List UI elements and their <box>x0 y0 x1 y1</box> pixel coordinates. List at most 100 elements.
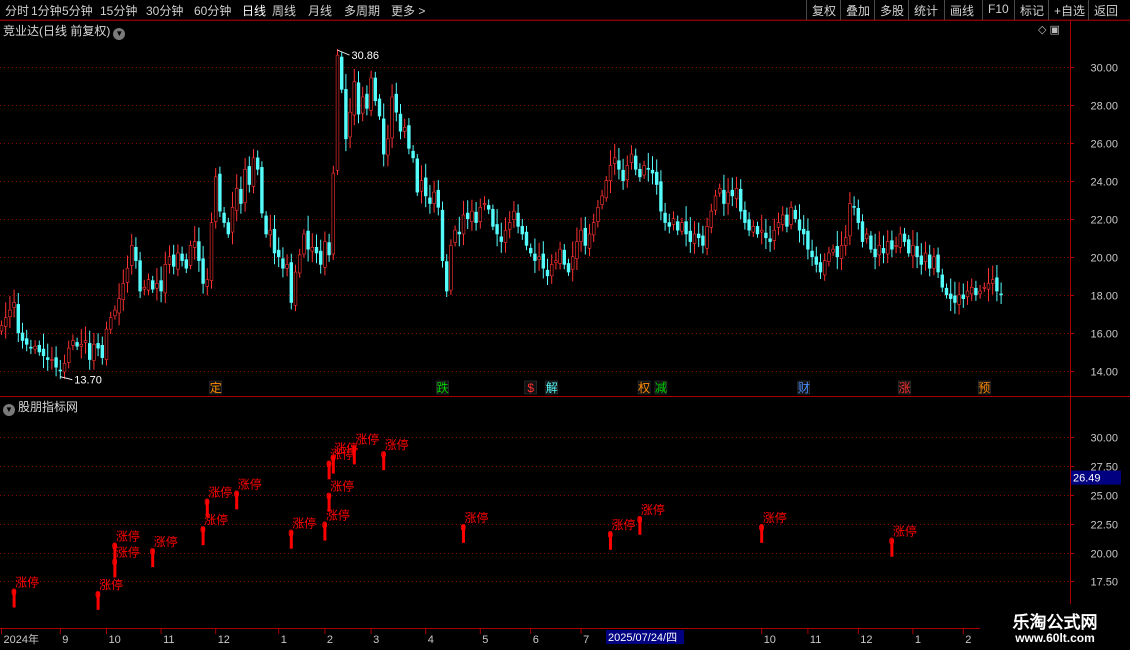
candle-body-126 <box>528 247 533 254</box>
candle-body-9 <box>37 344 42 353</box>
xtick-label-13: 11 <box>810 634 821 646</box>
candle-body-191 <box>801 228 806 235</box>
candle-body-188 <box>789 207 793 225</box>
limit-up-label-17: 涨停 <box>641 502 665 517</box>
candle-body-226 <box>948 293 953 299</box>
limit-up-label-3: 涨停 <box>116 528 140 543</box>
candle-body-157 <box>659 181 663 212</box>
candle-body-70 <box>293 271 298 306</box>
candle-body-140 <box>587 233 592 249</box>
xtick-label-5: 1 <box>281 634 287 646</box>
candle-body-34 <box>142 286 146 290</box>
candle-body-197 <box>827 252 831 262</box>
candle-body-69 <box>289 262 293 303</box>
candle-body-111 <box>465 212 470 220</box>
candle-body-65 <box>272 228 277 254</box>
candle-body-167 <box>701 235 705 246</box>
xtick-label-16: 2 <box>965 634 971 646</box>
candle-body-90 <box>377 98 382 117</box>
candle-body-232 <box>974 287 978 296</box>
candle-body-0 <box>0 325 4 332</box>
candle-body-148 <box>621 169 625 182</box>
candle-body-2 <box>8 309 12 318</box>
candle-body-8 <box>33 345 37 350</box>
candle-body-82 <box>344 89 348 140</box>
candle-body-7 <box>29 346 33 349</box>
candle-body-3 <box>12 302 16 308</box>
panel-controls: ◇ ▣ <box>1038 23 1060 36</box>
event-marker-0: 定 <box>210 380 222 395</box>
main-ytick-label-5: 24.00 <box>1090 177 1118 189</box>
candle-body-219 <box>919 255 924 265</box>
candle-body-19 <box>79 344 84 347</box>
candle-body-43 <box>180 253 184 261</box>
candle-body-204 <box>856 207 861 223</box>
candle-body-5 <box>20 332 25 341</box>
event-marker-3: 解 <box>546 381 558 395</box>
candle-body-175 <box>734 188 739 200</box>
window-icon[interactable]: ▣ <box>1050 24 1060 36</box>
candle-body-124 <box>520 226 525 235</box>
watermark-title: 乐淘公式网 <box>1012 613 1098 633</box>
candle-body-184 <box>772 229 777 241</box>
main-ytick-label-4: 22.00 <box>1090 215 1118 227</box>
candle-body-17 <box>71 340 75 346</box>
candle-body-118 <box>495 224 499 235</box>
candle-body-80 <box>335 54 340 171</box>
candle-body-74 <box>310 246 314 252</box>
candle-body-151 <box>633 155 638 170</box>
diamond-icon[interactable]: ◇ <box>1038 24 1046 36</box>
candle-body-207 <box>869 235 873 250</box>
candle-body-42 <box>176 252 180 270</box>
candle-body-55 <box>230 207 235 233</box>
candle-body-109 <box>457 231 461 235</box>
main-ytick-label-2: 18.00 <box>1090 291 1118 303</box>
candle-body-168 <box>705 226 709 249</box>
chevron-down-icon[interactable]: ▼ <box>3 404 15 416</box>
candle-body-224 <box>940 274 945 288</box>
candle-body-100 <box>419 180 424 192</box>
xtick-label-6: 2 <box>327 634 333 646</box>
candle-body-16 <box>67 347 71 363</box>
candle-body-99 <box>415 158 419 193</box>
chevron-down-icon[interactable]: ▼ <box>113 28 126 40</box>
xtick-label-12: 10 <box>764 634 776 646</box>
candle-body-138 <box>579 229 583 242</box>
candle-body-49 <box>205 279 209 287</box>
xtick-label-11: 7 <box>583 634 589 646</box>
candle-body-59 <box>247 166 251 185</box>
candle-body-185 <box>776 222 781 228</box>
candle-body-131 <box>549 264 554 277</box>
candle-body-149 <box>625 165 630 181</box>
candle-body-190 <box>797 219 802 231</box>
candle-body-213 <box>894 245 898 247</box>
limit-up-label-7: 涨停 <box>238 476 262 491</box>
candle-body-78 <box>327 242 331 256</box>
candle-body-234 <box>982 286 987 289</box>
candle-body-12 <box>50 359 54 361</box>
candle-body-15 <box>62 363 67 373</box>
candle-body-206 <box>864 233 869 240</box>
high-pointer <box>337 49 350 56</box>
candle-body-130 <box>545 269 550 277</box>
main-ytick-label-1: 16.00 <box>1090 329 1118 341</box>
xtick-label-8: 4 <box>428 634 434 646</box>
candle-body-71 <box>297 254 302 274</box>
candle-body-227 <box>953 295 957 303</box>
candle-body-201 <box>843 237 848 246</box>
limit-up-label-4: 涨停 <box>154 534 178 549</box>
xtick-label-2: 10 <box>109 634 121 646</box>
candle-body-45 <box>188 245 193 266</box>
sub-ytick-label-5: 30.00 <box>1090 433 1118 445</box>
sub-ytick-label-1: 20.00 <box>1090 549 1118 561</box>
candle-body-101 <box>423 177 428 197</box>
candle-body-64 <box>268 229 272 236</box>
candle-body-113 <box>474 211 478 223</box>
candle-body-146 <box>612 157 617 164</box>
candle-body-203 <box>852 206 856 208</box>
candle-body-222 <box>932 256 936 269</box>
current-value-text: 26.49 <box>1073 473 1101 485</box>
candle-body-94 <box>394 93 398 113</box>
candle-body-27 <box>113 309 117 317</box>
event-marker-6: 财 <box>798 381 810 395</box>
